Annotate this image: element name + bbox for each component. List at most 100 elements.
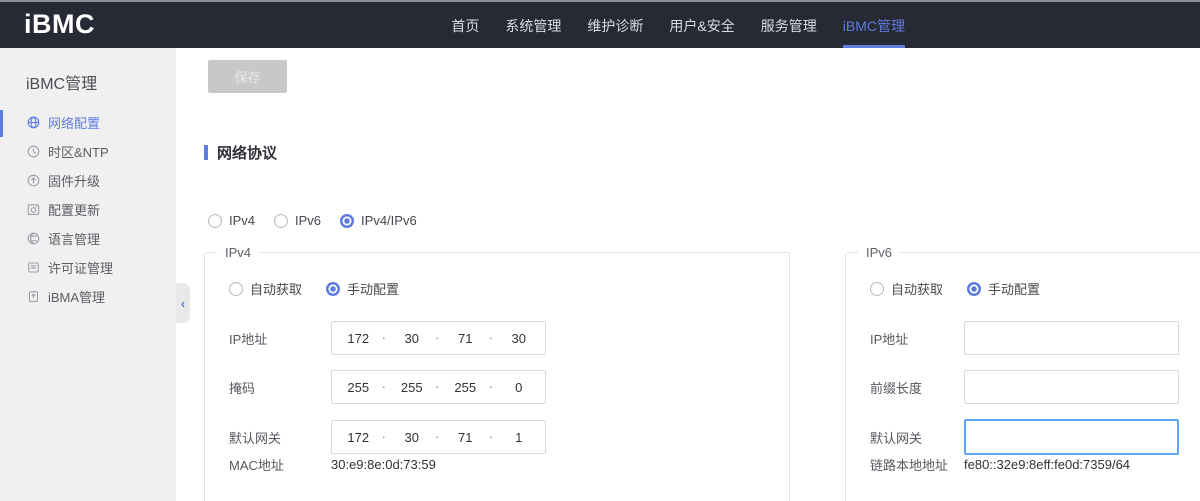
ipv4-radio-auto-circle[interactable] [229, 282, 243, 296]
ipv4-ip-row: IP地址 172 30 71 30 [229, 321, 546, 355]
ipv6-ip-row: IP地址 [870, 321, 1179, 355]
sidebar-item-label: 时区&NTP [48, 142, 109, 161]
sidebar-title: iBMC管理 [26, 70, 97, 94]
protocol-radio-group: IPv4 IPv6 IPv4/IPv6 [208, 213, 417, 228]
ipv6-radio-auto[interactable]: 自动获取 [870, 279, 943, 298]
radio-ipv6-circle[interactable] [274, 214, 288, 228]
sidebar-item-ibma-management[interactable]: iBMA管理 [0, 282, 176, 311]
app-logo: iBMC [24, 9, 95, 40]
ipv6-link-local-label: 链路本地地址 [870, 455, 964, 474]
nav-ibmc-management[interactable]: iBMC管理 [843, 2, 905, 48]
globe-icon [27, 116, 40, 129]
ipv6-prefix-label: 前缀长度 [870, 378, 964, 397]
ipv6-prefix-input[interactable] [964, 370, 1179, 404]
ipv6-gateway-row: 默认网关 [870, 420, 1179, 454]
ipv4-radio-auto-label: 自动获取 [250, 279, 302, 298]
sidebar-item-timezone-ntp[interactable]: 时区&NTP [0, 137, 176, 166]
sidebar-item-label: iBMA管理 [48, 287, 105, 306]
radio-ipv4-ipv6-circle[interactable] [340, 214, 354, 228]
ibma-icon [27, 290, 40, 303]
ipv6-link-local-row: 链路本地地址 fe80::32e9:8eff:fe0d:7359/64 [870, 454, 1130, 474]
ipv6-mode-radio-group: 自动获取 手动配置 [870, 279, 1040, 298]
sidebar-item-config-update[interactable]: 配置更新 [0, 195, 176, 224]
sidebar-item-firmware-upgrade[interactable]: 固件升级 [0, 166, 176, 195]
ipv4-panel-legend: IPv4 [217, 245, 259, 260]
clock-icon [27, 145, 40, 158]
ipv4-gateway-octet-3[interactable]: 71 [439, 430, 492, 445]
ipv4-ip-octet-4[interactable]: 30 [493, 331, 546, 346]
ipv4-gateway-octet-4[interactable]: 1 [493, 430, 546, 445]
chevron-left-icon: ‹ [181, 296, 185, 311]
ipv6-ip-label: IP地址 [870, 329, 964, 348]
section-accent-bar [204, 145, 208, 160]
ipv4-mac-value: 30:e9:8e:0d:73:59 [331, 457, 436, 472]
radio-ipv6[interactable]: IPv6 [274, 213, 321, 228]
ipv4-mask-octet-1[interactable]: 255 [332, 380, 385, 395]
ipv4-ip-input[interactable]: 172 30 71 30 [331, 321, 546, 355]
ipv6-gateway-input[interactable] [964, 419, 1179, 455]
language-icon [27, 232, 40, 245]
sidebar-item-language-management[interactable]: 语言管理 [0, 224, 176, 253]
sidebar-menu: 网络配置 时区&NTP 固件升级 配置更新 [0, 108, 176, 311]
ipv6-panel: IPv6 自动获取 手动配置 IP地址 前缀长度 默认网关 链路本地地址 f [845, 252, 1200, 501]
radio-ipv4-ipv6[interactable]: IPv4/IPv6 [340, 213, 417, 228]
ipv4-mode-radio-group: 自动获取 手动配置 [229, 279, 399, 298]
sidebar-item-label: 固件升级 [48, 171, 100, 190]
ipv4-panel: IPv4 自动获取 手动配置 IP地址 172 30 71 30 掩码 25 [204, 252, 790, 501]
ipv4-mask-octet-2[interactable]: 255 [386, 380, 439, 395]
ipv4-mac-label: MAC地址 [229, 455, 331, 474]
ipv6-ip-input[interactable] [964, 321, 1179, 355]
ipv4-gateway-label: 默认网关 [229, 428, 331, 447]
ipv4-ip-label: IP地址 [229, 329, 331, 348]
ipv6-prefix-row: 前缀长度 [870, 370, 1179, 404]
ipv6-radio-manual[interactable]: 手动配置 [967, 279, 1040, 298]
ipv4-mask-octet-4[interactable]: 0 [493, 380, 546, 395]
sidebar-item-label: 网络配置 [48, 113, 100, 132]
ipv4-ip-octet-3[interactable]: 71 [439, 331, 492, 346]
radio-ipv4-circle[interactable] [208, 214, 222, 228]
ipv4-mask-input[interactable]: 255 255 255 0 [331, 370, 546, 404]
ipv4-gateway-input[interactable]: 172 30 71 1 [331, 420, 546, 454]
section-title: 网络协议 [217, 142, 277, 163]
firmware-upgrade-icon [27, 174, 40, 187]
sidebar: iBMC管理 网络配置 时区&NTP 固件升级 [0, 48, 176, 501]
radio-ipv4[interactable]: IPv4 [208, 213, 255, 228]
ipv6-gateway-label: 默认网关 [870, 428, 964, 447]
nav-system-management[interactable]: 系统管理 [505, 2, 561, 48]
ipv6-link-local-value: fe80::32e9:8eff:fe0d:7359/64 [964, 457, 1130, 472]
ipv6-radio-manual-label: 手动配置 [988, 279, 1040, 298]
ipv4-gateway-octet-2[interactable]: 30 [386, 430, 439, 445]
ipv4-gateway-row: 默认网关 172 30 71 1 [229, 420, 546, 454]
ipv6-radio-manual-circle[interactable] [967, 282, 981, 296]
config-update-icon [27, 203, 40, 216]
ipv4-radio-manual[interactable]: 手动配置 [326, 279, 399, 298]
ipv4-mask-row: 掩码 255 255 255 0 [229, 370, 546, 404]
ipv4-radio-auto[interactable]: 自动获取 [229, 279, 302, 298]
ipv4-radio-manual-circle[interactable] [326, 282, 340, 296]
radio-ipv6-label: IPv6 [295, 213, 321, 228]
save-button[interactable]: 保存 [208, 60, 287, 93]
ipv6-panel-legend: IPv6 [858, 245, 900, 260]
ipv4-ip-octet-1[interactable]: 172 [332, 331, 385, 346]
nav-user-security[interactable]: 用户&安全 [669, 2, 734, 48]
ipv4-radio-manual-label: 手动配置 [347, 279, 399, 298]
ipv4-mac-row: MAC地址 30:e9:8e:0d:73:59 [229, 454, 436, 474]
sidebar-item-network-config[interactable]: 网络配置 [0, 108, 176, 137]
section-network-protocol: 网络协议 [204, 142, 277, 163]
ipv4-gateway-octet-1[interactable]: 172 [332, 430, 385, 445]
top-header-bar: iBMC 首页 系统管理 维护诊断 用户&安全 服务管理 iBMC管理 [0, 0, 1200, 48]
ipv6-radio-auto-label: 自动获取 [891, 279, 943, 298]
nav-home[interactable]: 首页 [451, 2, 479, 48]
ipv4-ip-octet-2[interactable]: 30 [386, 331, 439, 346]
nav-service-management[interactable]: 服务管理 [761, 2, 817, 48]
sidebar-item-label: 许可证管理 [48, 258, 113, 277]
radio-ipv4-ipv6-label: IPv4/IPv6 [361, 213, 417, 228]
nav-maintenance-diagnosis[interactable]: 维护诊断 [587, 2, 643, 48]
sidebar-item-license-management[interactable]: 许可证管理 [0, 253, 176, 282]
sidebar-collapse-button[interactable]: ‹ [176, 283, 190, 323]
ipv4-mask-label: 掩码 [229, 378, 331, 397]
license-icon [27, 261, 40, 274]
ipv4-mask-octet-3[interactable]: 255 [439, 380, 492, 395]
sidebar-item-label: 配置更新 [48, 200, 100, 219]
ipv6-radio-auto-circle[interactable] [870, 282, 884, 296]
